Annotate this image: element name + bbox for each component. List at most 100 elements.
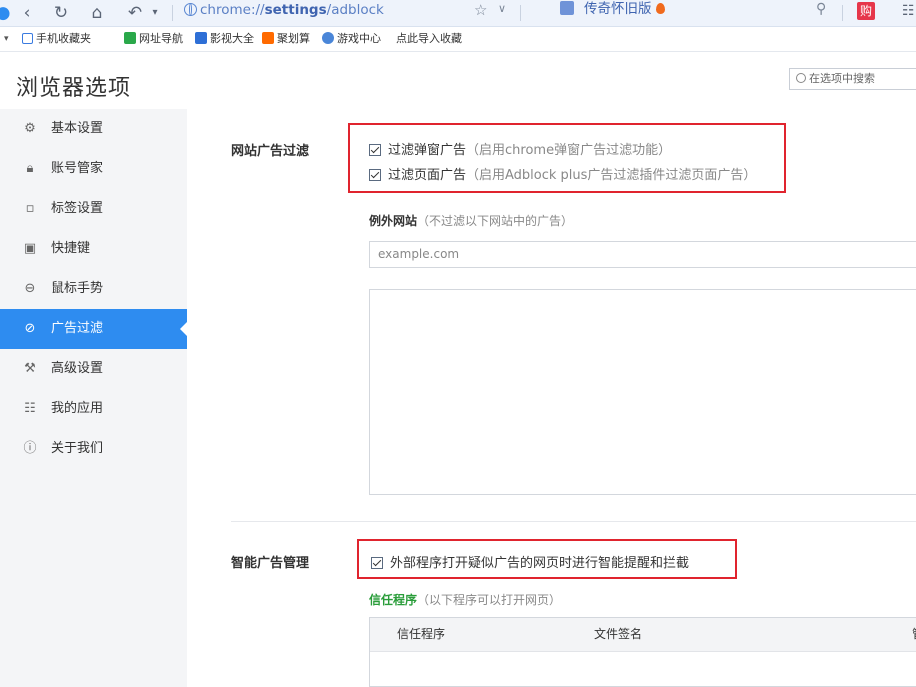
address-bold: settings [264,2,327,18]
keyboard-icon: ▣ [23,241,37,256]
page-title: 浏览器选项 [16,76,132,101]
section-label-adfilter: 网站广告过滤 [231,144,310,159]
address-prefix: chrome:// [200,2,265,18]
exception-site-list[interactable] [369,289,916,495]
sidebar-item-advanced[interactable]: ⚒ 高级设置 [0,349,187,389]
trusted-programs-title: 信任程序（以下程序可以打开网页） [369,591,561,608]
tabs-icon: ▫ [25,201,35,216]
bookmark-label: 手机收藏夹 [36,32,91,45]
bookmark-label: 网址导航 [139,32,183,45]
bookmark-item-nav[interactable]: 网址导航 [124,27,183,51]
page-filter-checkbox[interactable]: 过滤页面广告（启用Adblock plus广告过滤插件过滤页面广告） [369,164,756,183]
browser-toolbar: ● ‹ ↻ ⌂ ↶ ▾ chrome://settings/adblock ☆ … [0,0,916,27]
sidebar-item-adfilter[interactable]: ⊘ 广告过滤 [0,309,187,349]
sidebar-item-basic[interactable]: ⚙ 基本设置 [0,109,187,149]
bookmark-item-games[interactable]: 游戏中心 [322,27,381,51]
checkbox-label: 过滤弹窗广告 [388,143,467,158]
sidebar-item-shortcuts[interactable]: ▣ 快捷键 [0,229,187,269]
sidebar-item-label: 关于我们 [51,441,104,456]
sidebar-item-label: 我的应用 [51,401,104,416]
sidebar-item-account[interactable]: 🔒︎ 账号管家 [0,149,187,189]
smart-intercept-checkbox[interactable]: 外部程序打开疑似广告的网页时进行智能提醒和拦截 [371,552,689,571]
table-header: 信任程序 文件签名 管 [370,618,916,652]
globe-icon [184,3,197,16]
trusted-hint: （以下程序可以打开网页） [417,593,562,607]
chevron-down-icon[interactable]: ∨ [498,2,506,15]
sidebar-item-label: 鼠标手势 [51,281,104,296]
apps-icon: ☷ [24,401,36,416]
sidebar-item-about[interactable]: ⓘ 关于我们 [0,429,187,469]
star-icon[interactable]: ☆ [474,1,487,19]
popup-filter-checkbox[interactable]: 过滤弹窗广告（启用chrome弹窗广告过滤功能） [369,139,671,158]
exception-site-input[interactable]: example.com [369,241,916,268]
toolbar-divider [172,5,173,21]
sidebar-item-tabs[interactable]: ▫ 标签设置 [0,189,187,229]
chevron-down-icon[interactable]: ▾ [144,3,166,23]
mouse-icon: ⊖ [24,281,36,296]
sidebar-item-label: 高级设置 [51,361,104,376]
exception-hint: （不过滤以下网站中的广告） [417,214,574,228]
trusted-programs-table: 信任程序 文件签名 管 [369,617,916,687]
checkbox-hint: （启用Adblock plus广告过滤插件过滤页面广告） [466,168,757,183]
sidebar-item-apps[interactable]: ☷ 我的应用 [0,389,187,429]
column-header: 信任程序 [397,627,446,641]
bookmark-item-deals[interactable]: 聚划算 [262,27,310,51]
promo-text: 传奇怀旧版 [584,1,652,17]
promo-link[interactable]: 传奇怀旧版 [560,0,665,22]
wrench-icon: ⚒ [24,361,36,376]
address-bar[interactable]: chrome://settings/adblock [184,0,384,24]
checkbox-hint: （启用chrome弹窗广告过滤功能） [466,143,672,158]
promo-icon [560,1,574,15]
undo-icon[interactable]: ↶ [124,3,146,23]
search-icon [796,73,806,83]
column-header: 文件签名 [594,627,643,641]
game-icon [322,32,334,44]
lock-icon: 🔒︎ [26,161,34,176]
exception-sites-title: 例外网站（不过滤以下网站中的广告） [369,212,573,229]
trusted-title: 信任程序 [369,593,418,607]
phone-icon [22,33,33,44]
back-icon[interactable]: ‹ [16,3,38,23]
browser-logo-icon: ● [0,3,11,23]
sidebar-item-label: 标签设置 [51,201,104,216]
toolbar-divider [520,5,521,21]
bookmark-import-link[interactable]: 点此导入收藏 [396,27,462,51]
house-icon [124,32,136,44]
block-icon: ⊘ [24,321,36,336]
sidebar-item-label: 账号管家 [51,161,104,176]
checkbox-checked[interactable] [369,169,381,181]
home-icon[interactable]: ⌂ [86,3,108,23]
fire-icon [655,3,665,14]
sidebar-item-label: 基本设置 [51,121,104,136]
section-label-smart: 智能广告管理 [231,556,310,571]
checkbox-checked[interactable] [369,144,381,156]
checkbox-checked[interactable] [371,557,383,569]
bookmark-item-video[interactable]: 影视大全 [195,27,254,51]
info-icon: ⓘ [23,441,37,456]
bookmark-item-mobile[interactable]: 手机收藏夹 [22,27,91,51]
video-icon [195,32,207,44]
bookmark-label: 游戏中心 [337,32,381,45]
bookmark-label: 影视大全 [210,32,254,45]
exception-title: 例外网站 [369,214,418,228]
shopping-button[interactable]: 购 [857,2,875,20]
deals-icon [262,32,274,44]
sidebar-item-label: 广告过滤 [51,321,104,336]
bookmark-label: 聚划算 [277,32,310,45]
bookmarks-bar: ▾ 手机收藏夹 网址导航 影视大全 聚划算 游戏中心 点此导入收藏 [0,27,916,52]
checkbox-label: 外部程序打开疑似广告的网页时进行智能提醒和拦截 [390,556,690,571]
search-placeholder: 在选项中搜索 [809,72,875,85]
search-input[interactable]: 在选项中搜索 [789,68,916,90]
section-divider [231,521,916,522]
column-header: 管 [912,618,916,651]
search-icon[interactable]: ⚲ [816,1,826,17]
chevron-down-icon[interactable]: ▾ [4,27,9,51]
gear-icon: ⚙ [24,121,36,136]
address-suffix: /adblock [326,2,384,18]
sidebar-item-mouse[interactable]: ⊖ 鼠标手势 [0,269,187,309]
reload-icon[interactable]: ↻ [50,3,72,23]
sidebar: ⚙ 基本设置 🔒︎ 账号管家 ▫ 标签设置 ▣ 快捷键 ⊖ 鼠标手势 ⊘ 广告过滤 ⚒ 高级设… [0,109,187,687]
sidebar-item-label: 快捷键 [51,241,91,256]
apps-grid-icon[interactable]: ☷ [902,3,915,19]
checkbox-label: 过滤页面广告 [388,168,467,183]
